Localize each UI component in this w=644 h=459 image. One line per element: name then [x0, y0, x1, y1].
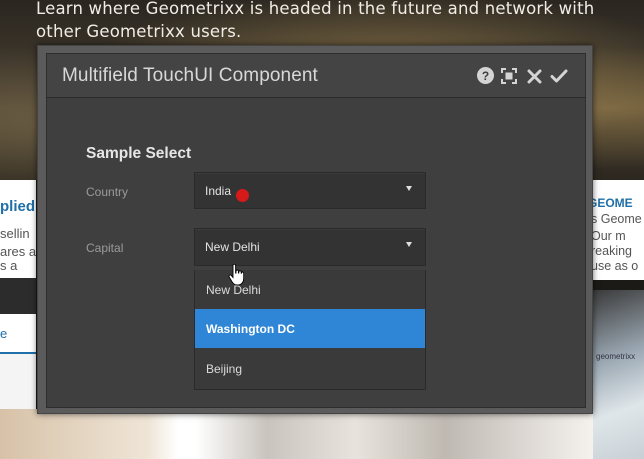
close-icon[interactable]: [525, 67, 543, 85]
dropdown-option-beijing[interactable]: Beijing: [195, 349, 425, 388]
phone-image: [593, 290, 644, 459]
left-article-title[interactable]: plied: [0, 198, 35, 215]
left-article-line: s a: [0, 258, 18, 273]
dropdown-option-washington-dc[interactable]: Washington DC: [195, 309, 425, 348]
country-label: Country: [86, 185, 129, 199]
hero-text: Learn where Geometrixx is headed in the …: [36, 0, 595, 41]
right-article-line: use as o: [591, 259, 639, 273]
chevron-down-icon: [406, 242, 412, 247]
fullscreen-icon[interactable]: [500, 67, 518, 85]
left-article-line: sellin: [0, 226, 30, 241]
chevron-down-icon: [406, 186, 412, 191]
capital-select-value: New Delhi: [205, 240, 260, 254]
right-article-line: reaking: [591, 244, 632, 258]
dialog-title: Multifield TouchUI Component: [62, 65, 318, 86]
section-title: Sample Select: [86, 145, 192, 162]
dialog-header[interactable]: Multifield TouchUI Component ?: [47, 54, 585, 98]
capital-dropdown-list: New Delhi Washington DC Beijing: [194, 270, 426, 390]
click-indicator-dot: [236, 189, 249, 202]
left-article-line: ares a: [0, 244, 36, 259]
country-select-value: India: [205, 184, 232, 198]
left-lower-panel: [0, 354, 36, 409]
dialog-body: Multifield TouchUI Component ? Sample Se: [46, 53, 586, 408]
phone-brand-text: geometrixx: [596, 352, 636, 361]
country-select[interactable]: India: [194, 172, 426, 209]
done-icon[interactable]: [550, 67, 568, 85]
left-nav-bar: [0, 278, 36, 314]
right-article-line: Our m: [591, 229, 626, 243]
bottom-images-strip: [0, 409, 593, 459]
multifield-dialog: Multifield TouchUI Component ? Sample Se: [37, 45, 593, 414]
right-article-title[interactable]: GEOME: [588, 196, 633, 210]
right-article-line: s Geome: [591, 212, 642, 226]
help-icon[interactable]: ?: [477, 67, 494, 84]
capital-label: Capital: [86, 241, 124, 255]
hand-pointer-icon: [228, 264, 244, 286]
left-tab[interactable]: e: [0, 314, 36, 354]
capital-select[interactable]: New Delhi: [194, 228, 426, 266]
